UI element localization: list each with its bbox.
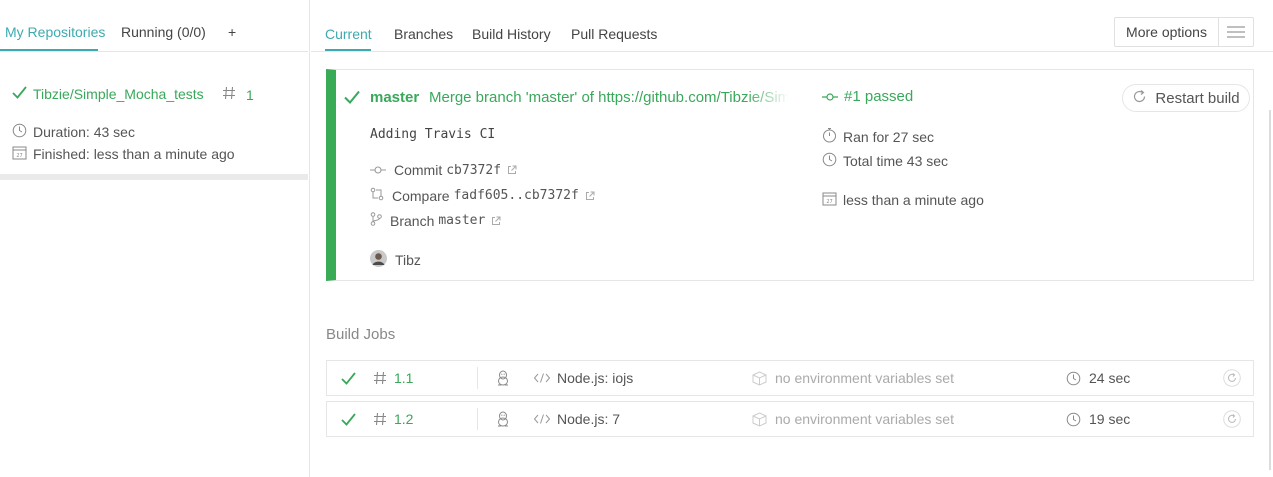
clock-icon xyxy=(1066,361,1081,395)
commit-link[interactable]: Commit cb7372f xyxy=(370,162,517,178)
check-icon xyxy=(12,86,27,102)
scrollbar[interactable] xyxy=(1269,110,1271,470)
ran-for: Ran for 27 sec xyxy=(822,127,934,146)
hash-icon xyxy=(373,402,387,436)
compare-link[interactable]: Compare fadf605..cb7372f xyxy=(370,187,595,204)
svg-text:27: 27 xyxy=(826,199,832,205)
build-branch[interactable]: master xyxy=(370,89,419,106)
tab-add-repository[interactable]: + xyxy=(228,24,236,40)
box-icon xyxy=(752,402,767,436)
main-tabs: Current Branches Build History Pull Requ… xyxy=(311,0,1273,52)
sidebar: My Repositories Running (0/0) + Tibzie/S… xyxy=(0,0,310,477)
job-duration: 24 sec xyxy=(1089,370,1131,386)
compare-label: Compare xyxy=(392,187,450,204)
build-status-text[interactable]: #1 passed xyxy=(844,88,913,105)
clock-icon xyxy=(12,123,27,141)
ran-for-text: Ran for 27 sec xyxy=(843,128,935,145)
repo-name[interactable]: Tibzie/Simple_Mocha_tests xyxy=(33,86,204,102)
build-status[interactable]: #1 passed xyxy=(822,88,913,105)
branch-icon xyxy=(370,212,382,229)
tab-build-history[interactable]: Build History xyxy=(472,26,551,42)
commit-description: Adding Travis CI xyxy=(370,127,496,142)
more-options-dropdown[interactable]: More options xyxy=(1114,17,1254,47)
restart-build-label[interactable]: Restart build xyxy=(1155,90,1239,107)
tab-pull-requests[interactable]: Pull Requests xyxy=(571,26,657,42)
job-language: Node.js: iojs xyxy=(557,370,634,386)
stopwatch-icon xyxy=(822,127,837,146)
compare-range[interactable]: fadf605..cb7372f xyxy=(454,188,579,203)
job-env: no environment variables set xyxy=(775,370,954,386)
more-options-label[interactable]: More options xyxy=(1115,18,1219,46)
commit-icon xyxy=(370,162,386,178)
commit-label: Commit xyxy=(394,162,443,178)
branch-link[interactable]: Branch master xyxy=(370,212,501,229)
external-link-icon[interactable] xyxy=(585,188,595,204)
repo-card[interactable]: Tibzie/Simple_Mocha_tests 1 Duration: 43… xyxy=(0,52,308,180)
commit-icon xyxy=(822,89,838,105)
code-icon xyxy=(534,361,550,395)
author-name: Tibz xyxy=(395,252,421,268)
external-link-icon[interactable] xyxy=(507,162,517,178)
restart-build-button[interactable]: Restart build xyxy=(1122,84,1250,112)
code-icon xyxy=(534,402,550,436)
hamburger-menu-icon[interactable] xyxy=(1219,18,1253,46)
total-time: Total time 43 sec xyxy=(822,152,948,170)
check-icon xyxy=(341,402,356,436)
job-number[interactable]: 1.1 xyxy=(394,361,413,395)
repo-finished-text: Finished: less than a minute ago xyxy=(33,146,235,162)
active-tab-underline xyxy=(0,49,98,51)
tab-running[interactable]: Running (0/0) xyxy=(121,24,206,40)
job-row[interactable]: 1.2 Node.js: 7 no environment variables … xyxy=(326,401,1254,437)
clock-icon xyxy=(1066,402,1081,436)
job-env: no environment variables set xyxy=(775,411,954,427)
external-link-icon[interactable] xyxy=(491,213,501,229)
restart-job-icon[interactable] xyxy=(1223,361,1241,395)
repo-build-number[interactable]: 1 xyxy=(222,86,254,103)
branch-label: Branch xyxy=(390,212,435,229)
commit-message: Merge branch 'master' of https://github.… xyxy=(429,89,789,106)
restart-icon xyxy=(1132,89,1147,108)
commit-sha[interactable]: cb7372f xyxy=(446,163,501,178)
hash-icon xyxy=(373,361,387,395)
restart-job-icon[interactable] xyxy=(1223,402,1241,436)
divider xyxy=(477,367,478,389)
tab-my-repositories[interactable]: My Repositories xyxy=(5,24,105,40)
author: Tibz xyxy=(370,250,421,270)
svg-text:27: 27 xyxy=(16,153,22,159)
calendar-icon: 27 xyxy=(12,145,27,163)
linux-tux-icon xyxy=(496,402,510,436)
repo-finished: 27 Finished: less than a minute ago xyxy=(12,145,235,163)
repo-link[interactable]: Tibzie/Simple_Mocha_tests xyxy=(12,86,204,102)
job-number[interactable]: 1.2 xyxy=(394,402,413,436)
box-icon xyxy=(752,361,767,395)
avatar xyxy=(370,250,387,270)
repo-build-number-value: 1 xyxy=(246,86,254,103)
job-duration: 19 sec xyxy=(1089,411,1131,427)
total-time-text: Total time 43 sec xyxy=(843,153,949,169)
build-summary-card: master Merge branch 'master' of https://… xyxy=(326,69,1254,281)
clock-icon xyxy=(822,152,837,170)
check-icon xyxy=(341,361,356,395)
linux-tux-icon xyxy=(496,361,510,395)
active-tab-underline xyxy=(325,49,371,51)
build-jobs-title: Build Jobs xyxy=(326,326,396,343)
calendar-icon: 27 xyxy=(822,191,837,209)
repo-duration-text: Duration: 43 sec xyxy=(33,124,135,140)
check-icon xyxy=(344,90,360,107)
branch-name[interactable]: master xyxy=(438,213,485,228)
finished-time-text: less than a minute ago xyxy=(843,192,984,208)
tab-branches[interactable]: Branches xyxy=(394,26,453,42)
divider xyxy=(477,408,478,430)
sidebar-tabs: My Repositories Running (0/0) + xyxy=(0,0,308,52)
repo-duration: Duration: 43 sec xyxy=(12,123,135,141)
finished-time: 27 less than a minute ago xyxy=(822,191,984,209)
compare-icon xyxy=(370,187,384,204)
tab-current[interactable]: Current xyxy=(325,26,372,42)
job-row[interactable]: 1.1 Node.js: iojs no environment variabl… xyxy=(326,360,1254,396)
job-language: Node.js: 7 xyxy=(557,411,621,427)
hash-icon xyxy=(222,86,236,103)
